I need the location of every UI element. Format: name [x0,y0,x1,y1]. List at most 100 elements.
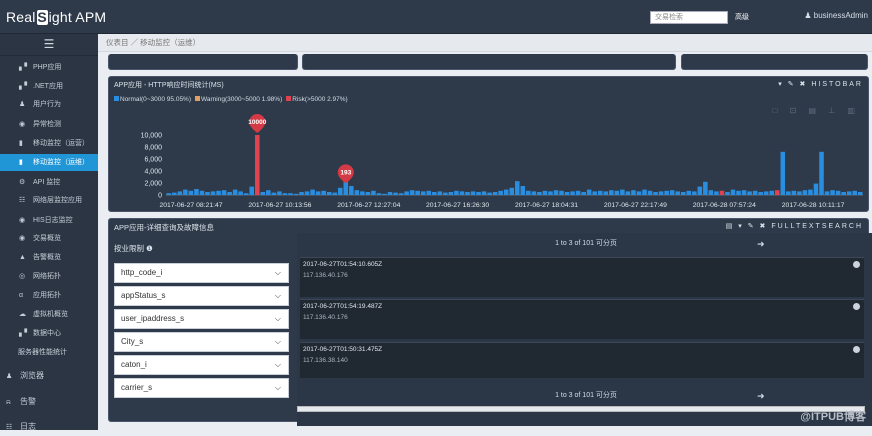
y-tick-label: 8,000 [144,145,162,152]
sidebar-item-11[interactable]: ◎网络拓扑 [0,268,98,285]
normal-bar [310,190,315,195]
sidebar-item-3[interactable]: ◉ 异常检测 [0,116,98,133]
facet-dropdown[interactable]: carrier_s⌵ [114,378,289,398]
facet-dropdown[interactable]: http_code_i⌵ [114,263,289,283]
mobile-icon: ▮ [19,154,27,171]
expand-icon[interactable] [853,303,860,310]
summary-card-2 [302,54,676,70]
result-item[interactable]: 2017-06-27T01:54:10.605Z117.136.40.176 [300,257,864,297]
facet-dropdown-label: caton_i [121,360,147,369]
normal-bar [858,192,863,195]
users-icon: ♟ [19,96,27,113]
normal-bar [382,194,387,195]
chevron-down-icon: ⌵ [275,287,281,305]
sidebar-item-14[interactable]: ▖▘数据中心 [0,325,98,342]
normal-bar [222,190,227,195]
x-tick-label: 2017-06-27 08:21:47 [159,202,222,209]
sidebar-item-label: PHP应用 [33,64,61,71]
next-page-icon[interactable]: ➜ [757,236,765,252]
result-item[interactable]: 2017-06-27T01:50:31.475Z117.136.38.140 [300,342,864,378]
chevron-down-icon: ⌵ [275,379,281,397]
sidebar-item-7[interactable]: ☷网络层监控应用 [0,192,98,209]
username: businessAdmin [814,11,868,20]
watermark: @ITPUB博客 [800,408,866,424]
chevron-down-icon: ⌵ [275,264,281,282]
risk-bar [775,190,780,195]
normal-bar [305,191,310,195]
normal-bar [388,192,393,195]
search-input[interactable]: 交易检索 [650,11,728,24]
next-page-icon[interactable]: ➜ [757,388,765,404]
normal-bar [227,192,232,195]
sidebar-item-15[interactable]: 服务器性能统计 [0,344,98,361]
sidebar-item-label: 网络层监控应用 [33,197,82,204]
app-logo[interactable]: RealSight APM [6,9,106,25]
doc-icon: ☷ [6,419,14,436]
sidebar-item-label: HIS日志监控 [33,217,73,224]
normal-bar [266,190,271,195]
normal-bar [294,194,299,195]
horizontal-scrollbar[interactable] [297,406,865,412]
menu-toggle-icon[interactable]: ☰ [0,34,98,56]
normal-bar [841,192,846,195]
result-item[interactable]: 2017-06-27T01:54:19.487Z117.136.40.176 [300,299,864,339]
normal-bar [515,181,520,195]
sidebar-item-1[interactable]: ▖▘.NET应用 [0,78,98,95]
facet-dropdown[interactable]: appStatus_s⌵ [114,286,289,306]
normal-bar [288,193,293,195]
x-tick-label: 2017-06-28 07:57:24 [693,202,756,209]
pager-bottom: 1 to 3 of 101 可分页➜ [297,388,872,404]
sidebar-item-10[interactable]: ▲告警概览 [0,249,98,266]
x-tick-label: 2017-06-27 18:04:31 [515,202,578,209]
user-menu[interactable]: ♟ businessAdmin [804,11,868,20]
normal-bar [299,192,304,195]
sidebar-item-label: .NET应用 [33,83,63,90]
sidebar-item-4[interactable]: ▮ 移动监控（运营） [0,135,98,152]
normal-bar [731,190,736,195]
facet-dropdown[interactable]: user_ipaddress_s⌵ [114,309,289,329]
expand-icon[interactable] [853,346,860,353]
mobile-icon: ▮ [19,135,27,152]
normal-bar [471,191,476,195]
user-icon: ♟ [804,11,813,20]
facet-dropdown[interactable]: caton_i⌵ [114,355,289,375]
normal-bar [476,192,481,195]
globe-icon: ◉ [19,116,27,133]
sidebar-item-0[interactable]: ▖▘ PHP应用 [0,59,98,76]
facet-dropdown[interactable]: City_s⌵ [114,332,289,352]
normal-bar [194,189,199,195]
sidebar-item-17[interactable]: ⍾告警 [0,393,98,410]
normal-bar [830,190,835,195]
normal-bar [852,191,857,195]
normal-bar [189,191,194,195]
sidebar-item-8[interactable]: ◉HIS日志监控 [0,212,98,229]
expand-icon[interactable] [853,261,860,268]
sidebar-item-label: 移动监控（运营） [33,140,89,147]
sidebar-item-2[interactable]: ♟用户行为 [0,96,98,113]
normal-bar [443,193,448,195]
y-tick-label: 4,000 [144,169,162,176]
normal-bar [283,193,288,195]
normal-bar [814,184,819,195]
sidebar-item-18[interactable]: ☷日志 [0,418,98,435]
sidebar-item-label: 异常检测 [33,121,61,128]
sidebar-item-9[interactable]: ◉交易概览 [0,230,98,247]
normal-bar [747,191,752,195]
sidebar-item-13[interactable]: ☁虚拟机概览 [0,306,98,323]
sidebar-item-5[interactable]: ▮移动监控（运维） [0,154,98,171]
chart-icon: ▖▘ [19,59,27,76]
normal-bar [543,191,548,195]
facet-panel-title: APP应用-详细查询及故障信息 [114,222,214,233]
normal-bar [620,190,625,195]
facet-panel-toolbar[interactable]: ▤ ▾ ✎ ✖ FULLTEXTSEARCH [726,222,863,230]
normal-bar [786,191,791,195]
normal-bar [742,190,747,195]
sidebar-item-12[interactable]: α应用拓扑 [0,287,98,304]
advanced-search-link[interactable]: 高级 [735,12,749,22]
normal-bar [449,192,454,195]
sidebar-item-6[interactable]: ⚙API 监控 [0,174,98,191]
normal-bar [205,192,210,195]
result-timestamp: 2017-06-27T01:54:19.487Z [303,303,382,310]
logo-mark: S [37,10,48,25]
sidebar-item-16[interactable]: ♟浏览器 [0,367,98,384]
